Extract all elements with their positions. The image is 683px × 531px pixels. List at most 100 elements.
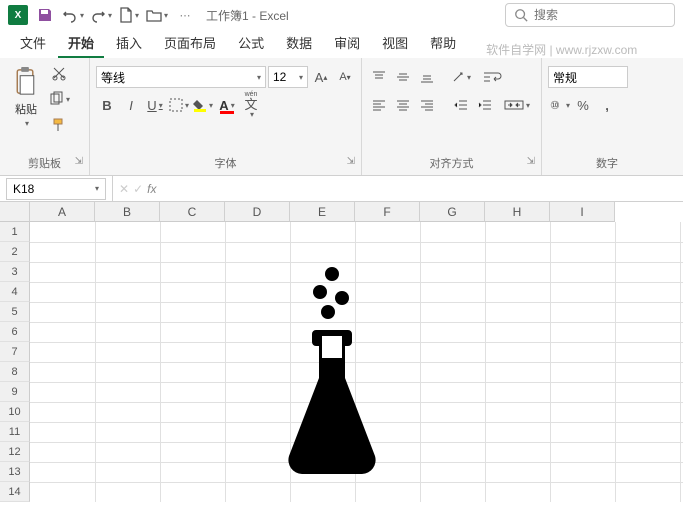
italic-button[interactable]: I: [120, 94, 142, 116]
search-input[interactable]: [534, 8, 664, 22]
worksheet-grid[interactable]: A B C D E F G H I 1 2 3 4 5 6 7 8 9 10 1…: [0, 202, 683, 502]
undo-button[interactable]: ▾: [60, 2, 86, 28]
ribbon-tabs: 文件 开始 插入 页面布局 公式 数据 审阅 视图 帮助 软件自学网 | www…: [0, 30, 683, 58]
group-clipboard: 粘贴 ▾ ▾ 剪贴板⇲: [0, 58, 90, 175]
decrease-indent-button[interactable]: [450, 94, 472, 116]
formula-input[interactable]: [162, 178, 683, 200]
copy-button[interactable]: ▾: [48, 88, 70, 110]
row-header[interactable]: 13: [0, 462, 30, 482]
fx-button[interactable]: fx: [147, 182, 156, 196]
save-button[interactable]: [32, 2, 58, 28]
percent-button[interactable]: %: [572, 94, 594, 116]
col-header[interactable]: E: [290, 202, 355, 222]
excel-app-icon: X: [8, 5, 28, 25]
format-painter-button[interactable]: [48, 114, 70, 136]
row-header[interactable]: 12: [0, 442, 30, 462]
col-header[interactable]: I: [550, 202, 615, 222]
increase-indent-button[interactable]: [474, 94, 496, 116]
row-header[interactable]: 1: [0, 222, 30, 242]
search-icon: [514, 8, 528, 22]
tab-home[interactable]: 开始: [58, 29, 104, 58]
row-header[interactable]: 2: [0, 242, 30, 262]
row-header[interactable]: 8: [0, 362, 30, 382]
svg-text:⑩: ⑩: [550, 100, 560, 112]
col-header[interactable]: A: [30, 202, 95, 222]
row-header[interactable]: 4: [0, 282, 30, 302]
redo-button[interactable]: ▾: [88, 2, 114, 28]
group-font: 等线▾ 12▾ A▴ A▾ B I U▾ ▾ ▾ A▾ wén文▾ 字体⇲: [90, 58, 362, 175]
fill-color-button[interactable]: ▾: [192, 94, 214, 116]
name-box[interactable]: K18▾: [6, 178, 106, 200]
align-left-button[interactable]: [368, 94, 390, 116]
tab-view[interactable]: 视图: [372, 29, 418, 58]
row-header[interactable]: 11: [0, 422, 30, 442]
row-headers: 1 2 3 4 5 6 7 8 9 10 11 12 13 14: [0, 222, 30, 502]
row-header[interactable]: 5: [0, 302, 30, 322]
col-header[interactable]: G: [420, 202, 485, 222]
tab-file[interactable]: 文件: [10, 29, 56, 58]
group-number: 常规 ⑩▾ % , 数字: [542, 58, 672, 175]
row-header[interactable]: 3: [0, 262, 30, 282]
cancel-formula-button[interactable]: ✕: [119, 182, 129, 196]
decrease-font-button[interactable]: A▾: [334, 66, 356, 88]
new-file-button[interactable]: ▾: [116, 2, 142, 28]
underline-button[interactable]: U▾: [144, 94, 166, 116]
number-group-label: 数字: [548, 153, 666, 173]
alignment-launcher[interactable]: ⇲: [527, 156, 535, 167]
clipboard-group-label: 剪贴板⇲: [6, 153, 83, 173]
col-header[interactable]: D: [225, 202, 290, 222]
font-color-button[interactable]: A▾: [216, 94, 238, 116]
align-right-button[interactable]: [416, 94, 438, 116]
tab-review[interactable]: 审阅: [324, 29, 370, 58]
row-header[interactable]: 7: [0, 342, 30, 362]
tab-page-layout[interactable]: 页面布局: [154, 29, 226, 58]
font-launcher[interactable]: ⇲: [347, 156, 355, 167]
watermark-text: 软件自学网 | www.rjzxw.com: [486, 41, 637, 58]
open-file-button[interactable]: ▾: [144, 2, 170, 28]
title-bar: X ▾ ▾ ▾ ▾ ⋯ 工作簿1 - Excel: [0, 0, 683, 30]
qat-overflow-button[interactable]: ⋯: [172, 2, 198, 28]
row-header[interactable]: 14: [0, 482, 30, 502]
col-header[interactable]: H: [485, 202, 550, 222]
align-bottom-button[interactable]: [416, 66, 438, 88]
window-title: 工作簿1 - Excel: [206, 7, 289, 24]
font-group-label: 字体⇲: [96, 153, 355, 173]
clipboard-launcher[interactable]: ⇲: [75, 156, 83, 167]
quick-access-toolbar: ▾ ▾ ▾ ▾ ⋯: [32, 2, 198, 28]
orientation-button[interactable]: ▾: [450, 66, 472, 88]
row-header[interactable]: 6: [0, 322, 30, 342]
search-box[interactable]: [505, 3, 675, 27]
number-format-select[interactable]: 常规: [548, 66, 628, 88]
enter-formula-button[interactable]: ✓: [133, 182, 143, 196]
row-header[interactable]: 9: [0, 382, 30, 402]
tab-data[interactable]: 数据: [276, 29, 322, 58]
cut-button[interactable]: [48, 62, 70, 84]
select-all-corner[interactable]: [0, 202, 30, 222]
font-name-select[interactable]: 等线▾: [96, 66, 266, 88]
flask-chemistry-icon[interactable]: [282, 264, 382, 474]
comma-button[interactable]: ,: [596, 94, 618, 116]
wrap-text-button[interactable]: [480, 66, 506, 88]
merge-button[interactable]: ▾: [504, 94, 530, 116]
align-middle-button[interactable]: [392, 66, 414, 88]
row-header[interactable]: 10: [0, 402, 30, 422]
col-header[interactable]: F: [355, 202, 420, 222]
align-top-button[interactable]: [368, 66, 390, 88]
tab-insert[interactable]: 插入: [106, 29, 152, 58]
font-size-select[interactable]: 12▾: [268, 66, 308, 88]
col-header[interactable]: B: [95, 202, 160, 222]
tab-help[interactable]: 帮助: [420, 29, 466, 58]
alignment-group-label: 对齐方式⇲: [368, 153, 535, 173]
col-header[interactable]: C: [160, 202, 225, 222]
currency-button[interactable]: ⑩▾: [548, 94, 570, 116]
paste-label: 粘贴: [15, 101, 37, 117]
tab-formulas[interactable]: 公式: [228, 29, 274, 58]
align-center-button[interactable]: [392, 94, 414, 116]
border-button[interactable]: ▾: [168, 94, 190, 116]
phonetic-button[interactable]: wén文▾: [240, 94, 262, 116]
column-headers: A B C D E F G H I: [0, 202, 683, 222]
paste-button[interactable]: 粘贴 ▾: [6, 62, 46, 132]
bold-button[interactable]: B: [96, 94, 118, 116]
increase-font-button[interactable]: A▴: [310, 66, 332, 88]
ribbon: 粘贴 ▾ ▾ 剪贴板⇲ 等线▾ 12▾ A▴ A▾ B I U▾ ▾: [0, 58, 683, 176]
